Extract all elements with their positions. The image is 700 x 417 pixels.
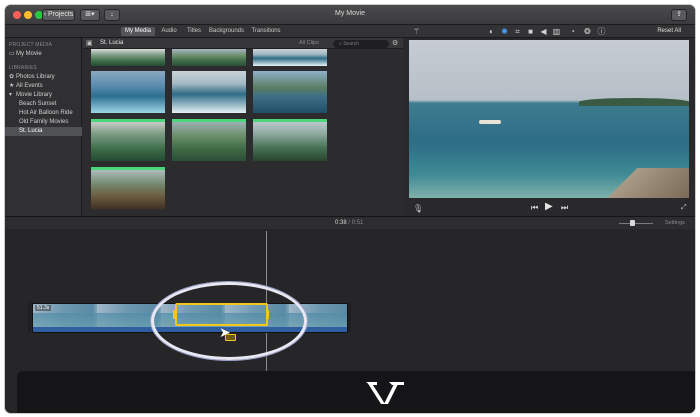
clip-right-edge[interactable] — [348, 302, 351, 332]
search-placeholder: Search — [343, 41, 360, 47]
magic-wand-icon[interactable]: ⚚ — [412, 27, 421, 36]
watermark-logo-icon — [366, 382, 404, 404]
browser-header: ▣ St. Lucia All Clips ⌕ Search ⚙ — [83, 38, 403, 49]
timecode: 0:38 / 0:51 — [335, 220, 363, 226]
zoom-slider-track[interactable] — [619, 223, 653, 224]
sidebar-item-all-events[interactable]: ★ All Events — [9, 82, 81, 91]
used-clip-indicator — [91, 167, 165, 170]
sidebar-item-beach-sunset[interactable]: Beach Sunset — [19, 100, 81, 109]
title-bar: ‹ Projects ⊞▾ ↓ My Movie ⇪ — [5, 5, 695, 25]
used-clip-indicator — [91, 119, 165, 122]
current-time: 0:38 — [335, 220, 347, 226]
used-clip-indicator — [253, 119, 327, 122]
stabilization-icon[interactable]: ■ — [526, 27, 535, 36]
sidebar-item-label: All Events — [16, 83, 43, 89]
sidebar-item-old-family-movies[interactable]: Old Family Movies — [19, 118, 81, 127]
browser-title: St. Lucia — [100, 40, 124, 46]
imovie-window: ‹ Projects ⊞▾ ↓ My Movie ⇪ My Media Audi… — [5, 5, 695, 413]
tab-transitions[interactable]: Transitions — [251, 27, 281, 36]
sidebar-item-label: Movie Library — [16, 92, 53, 98]
play-icon[interactable]: ▶ — [545, 201, 553, 212]
skip-back-icon[interactable]: ⏮ — [531, 203, 538, 213]
media-toolbar: My Media Audio Titles Backgrounds Transi… — [5, 25, 695, 38]
color-correction-icon[interactable]: ✺ — [500, 27, 509, 36]
photos-icon: ✿ — [9, 74, 15, 80]
window-title: My Movie — [335, 10, 365, 17]
project-media-heading: PROJECT MEDIA — [9, 42, 53, 48]
sidebar-item-photos-library[interactable]: ✿ Photos Library — [9, 73, 81, 82]
media-clip-4[interactable] — [91, 71, 165, 113]
sidebar-item-hot-air-balloon-ride[interactable]: Hot Air Balloon Ride — [19, 109, 81, 118]
highlight-ellipse — [151, 282, 307, 360]
speed-icon[interactable]: ◔ — [568, 27, 577, 36]
share-icon[interactable]: ⇪ — [671, 9, 687, 21]
noise-reduction-icon[interactable]: ▥ — [552, 27, 561, 36]
tab-my-media[interactable]: My Media — [121, 27, 155, 36]
info-icon[interactable]: ⓘ — [597, 27, 606, 36]
sidebar-item-movie-library[interactable]: ▾ Movie Library — [9, 91, 81, 100]
tab-backgrounds[interactable]: Backgrounds — [209, 27, 244, 36]
clip-left-edge[interactable] — [28, 302, 31, 332]
gear-icon[interactable]: ⚙ — [392, 39, 398, 47]
beach — [569, 168, 689, 198]
microphone-icon[interactable]: 🎙 — [413, 204, 423, 213]
fullscreen-icon[interactable]: ⤢ — [681, 204, 687, 212]
libraries-heading: LIBRARIES — [9, 65, 37, 71]
media-clip-1[interactable] — [91, 49, 165, 66]
volume-icon[interactable]: ◀ — [539, 27, 548, 36]
film-icon: ▭ — [9, 51, 15, 57]
timeline-header: 0:38 / 0:51 Settings — [5, 217, 695, 229]
sidebar-item-my-movie[interactable]: ▭My Movie — [9, 50, 81, 59]
media-clip-7[interactable] — [91, 119, 165, 161]
media-clip-3[interactable] — [253, 49, 327, 66]
viewer: 🎙 ⏮ ▶ ⏭ ⤢ — [405, 38, 695, 216]
mouse-cursor-icon: ➤ — [219, 324, 231, 340]
total-time: 0:51 — [351, 220, 364, 226]
library-sidebar: PROJECT MEDIA ▭My Movie LIBRARIES ✿ Photo… — [5, 38, 82, 216]
media-clip-6[interactable] — [253, 71, 327, 113]
disclosure-triangle-icon: ▾ — [9, 92, 13, 98]
sidebar-item-label: My Movie — [16, 51, 42, 57]
timeline: 0:38 / 0:51 Settings 51.3s ➤ — [5, 216, 695, 413]
bottom-panel — [17, 371, 695, 413]
sidebar-item-st-lucia[interactable]: St. Lucia — [5, 127, 82, 136]
filter-icon[interactable]: ❂ — [583, 27, 592, 36]
media-clip-10[interactable] — [91, 167, 165, 209]
sidebar-toggle-icon[interactable]: ▣ — [86, 39, 93, 47]
reset-all-button[interactable]: Reset All — [657, 27, 681, 36]
search-input[interactable]: ⌕ Search — [333, 40, 389, 48]
media-clip-2[interactable] — [172, 49, 246, 66]
media-browser: ▣ St. Lucia All Clips ⌕ Search ⚙ — [83, 38, 403, 216]
clip-duration-badge: 51.3s — [35, 305, 52, 311]
kayak — [479, 120, 501, 124]
media-clip-5[interactable] — [172, 71, 246, 113]
clip-filter-dropdown[interactable]: All Clips — [299, 40, 319, 46]
sidebar-item-label: Photos Library — [16, 74, 55, 80]
star-icon: ★ — [9, 83, 15, 89]
tab-titles[interactable]: Titles — [185, 27, 203, 36]
media-clip-8[interactable] — [172, 119, 246, 161]
tab-audio[interactable]: Audio — [159, 27, 179, 36]
timeline-settings-button[interactable]: Settings — [665, 220, 685, 226]
zoom-slider-knob[interactable] — [630, 220, 635, 226]
video-preview[interactable] — [409, 40, 689, 198]
media-clip-9[interactable] — [253, 119, 327, 161]
distant-shore — [579, 98, 689, 106]
used-clip-indicator — [172, 119, 246, 122]
skip-forward-icon[interactable]: ⏭ — [561, 203, 568, 213]
color-balance-icon[interactable]: ◐ — [487, 27, 496, 36]
crop-icon[interactable]: ⌗ — [513, 27, 522, 36]
